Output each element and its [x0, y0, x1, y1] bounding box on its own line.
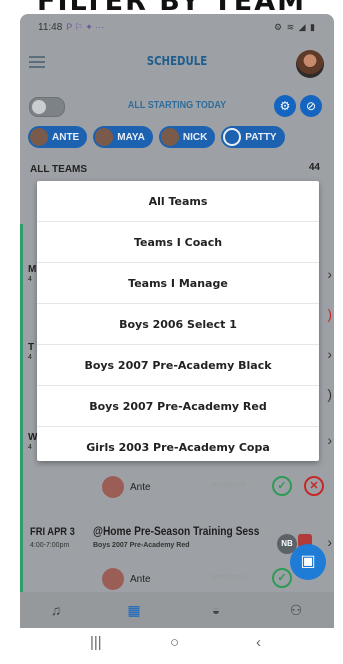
system-status-icons: ⚙ ≋ ◢ ▮: [274, 21, 316, 32]
dropdown-option-boys-2007-red[interactable]: Boys 2007 Pre-Academy Red: [37, 386, 319, 427]
check-icon[interactable]: ✓: [272, 476, 292, 496]
event-date: FRI APR 3: [30, 526, 75, 538]
notification-icons: P ⚐ ✦ ···: [66, 21, 105, 32]
avatar: [95, 128, 114, 146]
dropdown-option-boys-2007-black[interactable]: Boys 2007 Pre-Academy Black: [37, 345, 319, 386]
status-bar: 11:48 P ⚐ ✦ ··· ⚙ ≋ ◢ ▮: [20, 14, 334, 40]
decline-icon-partial[interactable]: ): [327, 306, 332, 322]
event-time-fragment: 4: [28, 354, 32, 361]
avatar: [160, 128, 179, 146]
recent-apps-icon[interactable]: |||: [90, 634, 102, 651]
top-app-bar: SCHEDULE: [20, 40, 334, 86]
check-icon[interactable]: ✓: [272, 568, 292, 588]
dropdown-option-teams-i-coach[interactable]: Teams I Coach: [37, 222, 319, 263]
avatar: [102, 476, 124, 498]
event-time-fragment: 4: [28, 276, 32, 283]
header-banner: FILTER BY TEAM: [0, 0, 343, 14]
avatar: [30, 128, 48, 146]
profile-avatar[interactable]: [296, 50, 324, 78]
member-chips: ANTE MAYA NICK PATTY: [28, 126, 285, 152]
system-navigation: ||| ○ ‹: [20, 628, 334, 664]
dropdown-option-all-teams[interactable]: All Teams: [37, 181, 319, 222]
chevron-right-icon[interactable]: ›: [327, 432, 332, 448]
dropdown-option-girls-2003-copa[interactable]: Girls 2003 Pre-Academy Copa: [37, 427, 319, 467]
team-filter-label[interactable]: ALL TEAMS: [30, 164, 87, 175]
attendance-row: Ante Attendance ✓ ✕: [20, 466, 334, 510]
schedule-toolbar: ALL STARTING TODAY ⚙ ⊘: [20, 94, 334, 122]
phone-screen: 11:48 P ⚐ ✦ ··· ⚙ ≋ ◢ ▮ SCHEDULE ALL STA…: [20, 14, 334, 664]
dropdown-option-teams-i-manage[interactable]: Teams I Manage: [37, 263, 319, 304]
team-icon[interactable]: ⚇: [288, 602, 304, 618]
attendance-label: Attendance: [210, 482, 246, 489]
chevron-right-icon[interactable]: ›: [327, 534, 332, 550]
event-team: Boys 2007 Pre-Academy Red: [93, 542, 190, 549]
member-attendee: Ante: [102, 568, 151, 590]
person-icon: [223, 128, 242, 146]
decline-icon-partial[interactable]: ): [327, 386, 332, 402]
status-time: 11:48: [38, 21, 63, 33]
dropdown-option-boys-2006-select-1[interactable]: Boys 2006 Select 1: [37, 304, 319, 345]
event-title: @Home Pre-Season Training Sess: [93, 524, 260, 538]
event-day-letter: T: [28, 342, 35, 353]
bottom-navigation: ♫ ▦ ◒ ⚇: [20, 592, 334, 628]
whistle-icon[interactable]: ♫: [48, 602, 64, 618]
member-chip-patty[interactable]: PATTY: [221, 126, 285, 148]
member-chip-ante[interactable]: ANTE: [28, 126, 88, 148]
close-icon[interactable]: ✕: [304, 476, 324, 496]
calendar-plus-icon: ▣: [300, 553, 316, 570]
event-count: 44: [308, 162, 320, 173]
calendar-icon[interactable]: ▦: [126, 602, 142, 618]
page-title: SCHEDULE: [146, 54, 208, 68]
settings-icon[interactable]: ⚙: [274, 95, 296, 117]
attendance-label: Attendance: [210, 574, 246, 581]
member-chip-maya[interactable]: MAYA: [93, 126, 153, 148]
member-chip-nick[interactable]: NICK: [158, 126, 216, 148]
team-filter-dropdown: All Teams Teams I Coach Teams I Manage B…: [37, 181, 319, 461]
member-attendee: Ante: [102, 476, 151, 498]
back-icon[interactable]: ‹: [256, 634, 261, 651]
chevron-right-icon[interactable]: ›: [327, 266, 332, 282]
event-time: 4:00-7:00pm: [30, 542, 70, 549]
event-day-letter: M: [28, 264, 37, 275]
helmet-icon[interactable]: ◒: [208, 602, 224, 618]
chevron-right-icon[interactable]: ›: [327, 346, 332, 362]
link-icon[interactable]: ⊘: [300, 95, 322, 117]
add-event-button[interactable]: ▣: [290, 544, 326, 580]
home-icon[interactable]: ○: [170, 634, 179, 651]
avatar: [102, 568, 124, 590]
event-item[interactable]: FRI APR 3 4:00-7:00pm @Home Pre-Season T…: [20, 522, 334, 562]
event-time-fragment: 4: [28, 444, 32, 451]
